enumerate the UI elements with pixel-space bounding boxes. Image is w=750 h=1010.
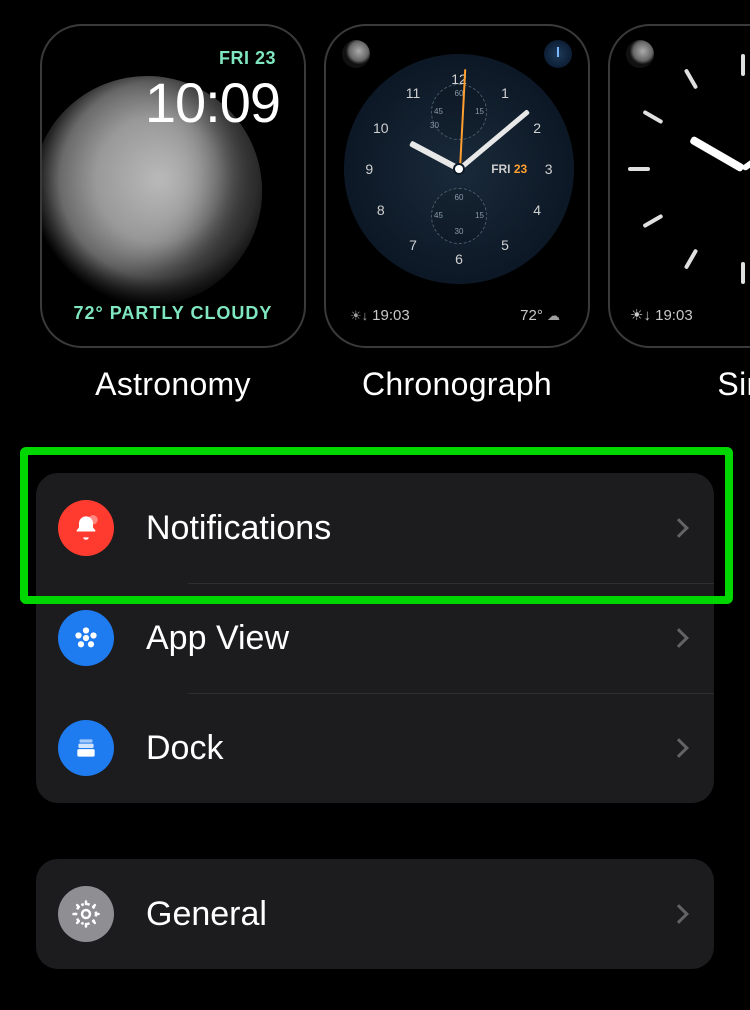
timer-icon	[544, 40, 572, 68]
settings-dock[interactable]: Dock	[36, 693, 714, 803]
astronomy-weather: 72° PARTLY CLOUDY	[42, 303, 304, 324]
settings-app-view[interactable]: App View	[36, 583, 714, 693]
chevron-right-icon	[669, 904, 689, 924]
watch-face-label: Astronomy	[95, 366, 251, 403]
settings-row-label: General	[146, 895, 672, 934]
watch-face-label: Chronograph	[362, 366, 552, 403]
chronograph-complications: ☀︎↓19:03 72° ☁︎	[326, 307, 588, 324]
sunset-icon: ☀︎↓	[630, 307, 651, 324]
watch-face-astronomy[interactable]: FRI 23 10:09 72° PARTLY CLOUDY Astronomy	[40, 24, 306, 403]
settings-row-label: App View	[146, 619, 672, 658]
hour-hand	[409, 141, 460, 172]
chevron-right-icon	[669, 628, 689, 648]
moon-phase-icon	[626, 40, 654, 68]
cloud-icon: ☁︎	[547, 308, 560, 323]
hour-hand	[689, 136, 745, 173]
chronograph-dial: 12 1 2 3 4 5 6 7 8 9 10 11 60 30 45 15	[344, 54, 574, 284]
sunset-icon: ☀︎↓	[350, 308, 368, 323]
general-icon	[58, 886, 114, 942]
watch-face-simple[interactable]: ☀︎↓ 19:03 Sin	[608, 24, 750, 403]
astronomy-time: 10:09	[145, 70, 280, 135]
app-view-icon	[58, 610, 114, 666]
watch-faces-row: FRI 23 10:09 72° PARTLY CLOUDY Astronomy…	[0, 0, 750, 403]
minute-hand	[741, 112, 750, 171]
settings-group-1: Notifications App View Dock	[36, 473, 714, 803]
watch-face-simple-tile[interactable]: ☀︎↓ 19:03	[608, 24, 750, 348]
dock-icon	[58, 720, 114, 776]
weather-complication: 72° ☁︎	[520, 307, 564, 324]
chevron-right-icon	[669, 738, 689, 758]
moon-phase-icon	[342, 40, 370, 68]
chevron-right-icon	[669, 518, 689, 538]
settings-row-label: Dock	[146, 729, 672, 768]
watch-face-label: Sin	[717, 366, 750, 403]
notifications-icon	[58, 500, 114, 556]
settings-general[interactable]: General	[36, 859, 714, 969]
astronomy-date: FRI 23	[219, 48, 276, 69]
chronograph-subdial-top: 60 30 45 15	[431, 84, 487, 140]
settings-notifications[interactable]: Notifications	[36, 473, 714, 583]
watch-face-astronomy-tile[interactable]: FRI 23 10:09 72° PARTLY CLOUDY	[40, 24, 306, 348]
sunset-complication: ☀︎↓19:03	[350, 307, 410, 324]
watch-face-chronograph[interactable]: 12 1 2 3 4 5 6 7 8 9 10 11 60 30 45 15	[324, 24, 590, 403]
watch-face-chronograph-tile[interactable]: 12 1 2 3 4 5 6 7 8 9 10 11 60 30 45 15	[324, 24, 590, 348]
chronograph-date: FRI 23	[491, 162, 527, 176]
sunset-complication: ☀︎↓ 19:03	[630, 306, 693, 324]
settings-group-2: General	[36, 859, 714, 969]
chronograph-subdial-bottom: 60 45 15 30	[431, 188, 487, 244]
settings-row-label: Notifications	[146, 509, 672, 548]
simple-dial	[628, 54, 750, 284]
